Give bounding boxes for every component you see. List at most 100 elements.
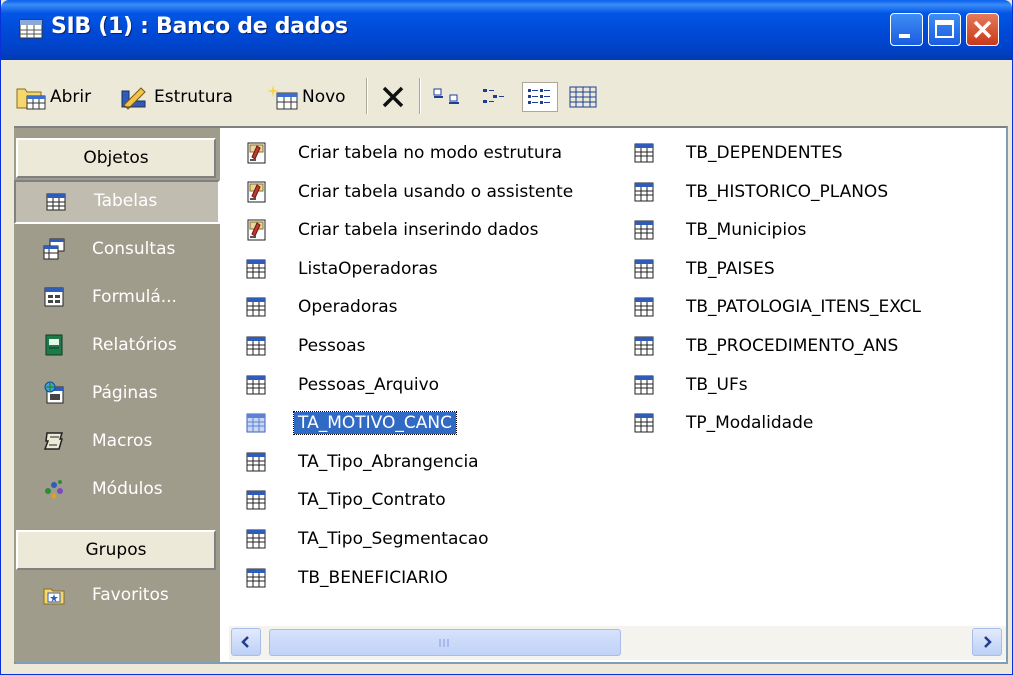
new-table-icon	[267, 85, 298, 110]
sidebar-item-favorites[interactable]: Favoritos	[14, 574, 220, 618]
toolbar-separator	[419, 78, 421, 114]
sidebar-item-label: Macros	[92, 431, 153, 451]
scroll-thumb[interactable]	[269, 629, 621, 656]
table-list-item[interactable]: TP_Modalidade	[633, 406, 1003, 440]
small-icons-icon	[483, 89, 504, 103]
small-icons-button[interactable]	[479, 82, 516, 112]
table-icon	[246, 529, 266, 549]
table-list-item[interactable]: TA_Tipo_Abrangencia	[245, 445, 615, 479]
wizard-icon	[247, 219, 266, 241]
details-view-button[interactable]	[567, 82, 602, 112]
chevron-left-icon	[241, 636, 249, 648]
new-button[interactable]: Novo	[267, 82, 346, 112]
title-bar[interactable]: SIB (1) : Banco de dados	[1, 0, 1012, 60]
maximize-button[interactable]	[928, 13, 961, 46]
sidebar-item-modules[interactable]: Módulos	[14, 468, 220, 512]
item-label: TB_HISTORICO_PLANOS	[686, 181, 889, 202]
wizard-shortcut[interactable]: Criar tabela no modo estrutura	[245, 136, 615, 170]
table-list-item[interactable]: Pessoas_Arquivo	[245, 368, 615, 402]
sidebar-item-reports[interactable]: Relatórios	[14, 324, 220, 368]
design-button[interactable]: Estrutura	[119, 82, 233, 112]
item-label: TB_UFs	[686, 374, 748, 395]
table-list-item[interactable]: TB_DEPENDENTES	[633, 136, 1003, 170]
delete-icon	[382, 86, 404, 108]
wizard-icon	[247, 142, 266, 164]
groups-header[interactable]: Grupos	[16, 530, 216, 570]
list-view-button[interactable]	[522, 82, 558, 112]
item-label: TB_PROCEDIMENTO_ANS	[686, 336, 899, 356]
delete-button[interactable]	[379, 82, 410, 112]
table-icon	[634, 143, 654, 163]
minimize-button[interactable]	[890, 13, 923, 46]
item-label: TB_PATOLOGIA_ITENS_EXCL	[686, 297, 921, 318]
close-button[interactable]	[966, 13, 999, 46]
table-icon	[634, 297, 654, 317]
database-window-icon	[19, 19, 43, 39]
horizontal-scrollbar[interactable]	[229, 626, 1006, 660]
module-icon	[45, 480, 63, 499]
table-list-item[interactable]: TB_BENEFICIARIO	[245, 561, 615, 595]
item-label: ListaOperadoras	[298, 258, 438, 279]
item-label: TA_Tipo_Abrangencia	[298, 451, 479, 472]
table-icon	[634, 336, 654, 356]
wizard-shortcut[interactable]: Criar tabela usando o assistente	[245, 175, 615, 209]
design-icon	[121, 87, 146, 110]
window-title: SIB (1) : Banco de dados	[51, 14, 348, 39]
objects-header[interactable]: Objetos	[16, 138, 216, 178]
sidebar-item-macros[interactable]: Macros	[14, 420, 220, 464]
wizard-icon	[247, 181, 266, 203]
toolbar: Abrir Estrutura Novo	[1, 60, 1012, 124]
sidebar-item-label: Páginas	[92, 383, 158, 403]
table-list-item[interactable]: Pessoas	[245, 329, 615, 363]
table-icon	[246, 413, 266, 433]
toolbar-separator	[366, 78, 368, 114]
table-icon	[246, 452, 266, 472]
open-button[interactable]: Abrir	[15, 82, 91, 112]
form-icon	[44, 287, 64, 307]
table-icon	[634, 375, 654, 395]
table-list-item[interactable]: TB_PATOLOGIA_ITENS_EXCL	[633, 290, 1003, 324]
item-label: TB_Municipios	[686, 220, 807, 241]
item-label: TA_Tipo_Segmentacao	[298, 529, 489, 549]
page-icon	[44, 381, 64, 404]
sidebar-item-tables[interactable]: Tabelas	[14, 180, 220, 224]
item-label: Criar tabela usando o assistente	[298, 181, 574, 202]
table-icon	[634, 413, 654, 433]
maximize-icon	[935, 20, 954, 38]
scroll-right-button[interactable]	[972, 628, 1002, 656]
sidebar-item-queries[interactable]: Consultas	[14, 228, 220, 272]
table-icon	[246, 259, 266, 279]
sidebar-item-pages[interactable]: Páginas	[14, 372, 220, 416]
sidebar-item-label: Tabelas	[94, 191, 158, 211]
table-icon	[246, 297, 266, 317]
table-list-item[interactable]: Operadoras	[245, 290, 615, 324]
table-list-item[interactable]: TA_Tipo_Segmentacao	[245, 522, 615, 556]
table-list-item[interactable]: TB_Municipios	[633, 213, 1003, 247]
item-label: TP_Modalidade	[686, 413, 814, 434]
item-label: Pessoas	[298, 336, 366, 356]
wizard-shortcut[interactable]: Criar tabela inserindo dados	[245, 213, 615, 247]
grip-icon	[439, 638, 449, 647]
table-list-item[interactable]: TB_HISTORICO_PLANOS	[633, 175, 1003, 209]
table-icon	[246, 375, 266, 395]
objects-bar: Objetos Tabelas Consultas Formulá... Rel…	[14, 128, 222, 662]
table-list-item[interactable]: TB_PROCEDIMENTO_ANS	[633, 329, 1003, 363]
table-list-item[interactable]: ListaOperadoras	[245, 252, 615, 286]
sidebar-item-label: Módulos	[92, 479, 163, 499]
table-icon	[634, 259, 654, 279]
groups-header-label: Grupos	[85, 540, 147, 560]
sidebar-item-forms[interactable]: Formulá...	[14, 276, 220, 320]
table-icon	[246, 568, 266, 588]
large-icons-icon	[433, 88, 459, 104]
item-label: TB_DEPENDENTES	[686, 143, 843, 163]
table-list-item[interactable]: TB_PAISES	[633, 252, 1003, 286]
table-list-item[interactable]: TA_MOTIVO_CANC	[245, 406, 615, 440]
table-list-item[interactable]: TB_UFs	[633, 368, 1003, 402]
minimize-icon	[899, 34, 910, 38]
favorites-icon	[43, 588, 65, 605]
sidebar-item-label: Favoritos	[92, 585, 169, 605]
list-view-icon	[527, 89, 550, 104]
scroll-left-button[interactable]	[231, 628, 261, 656]
large-icons-button[interactable]	[431, 82, 468, 112]
table-list-item[interactable]: TA_Tipo_Contrato	[245, 483, 615, 517]
